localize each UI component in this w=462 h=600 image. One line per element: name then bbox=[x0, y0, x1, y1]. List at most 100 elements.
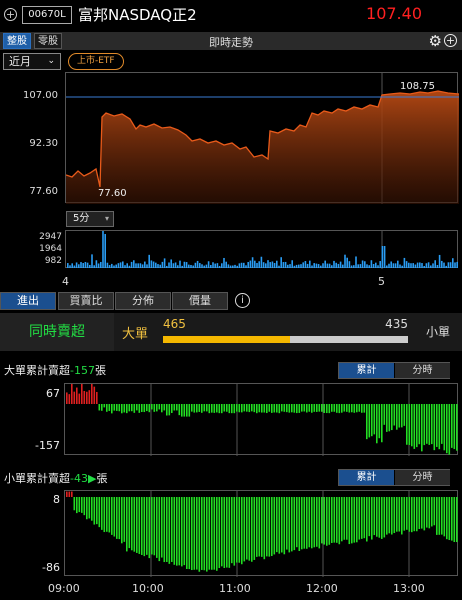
volume-axis-label: 1964 bbox=[39, 244, 62, 254]
big-cum-bar bbox=[201, 404, 203, 413]
big-cum-bar bbox=[161, 404, 163, 413]
market-tag: 上市-ETF bbox=[68, 53, 124, 70]
small-order-label: 小單 bbox=[425, 325, 450, 339]
small-cum-bar bbox=[211, 497, 213, 570]
small-cum-bar bbox=[323, 497, 326, 545]
small-cum-bar bbox=[413, 497, 416, 532]
volume-bar bbox=[80, 262, 82, 268]
volume-bar bbox=[260, 256, 263, 268]
small-cum-bar bbox=[268, 497, 271, 557]
small-cum-bar bbox=[281, 497, 283, 553]
big-cum-bar bbox=[326, 404, 328, 414]
small-cum-axis-label: 8 bbox=[53, 493, 60, 506]
add-watchlist-icon[interactable]: + bbox=[4, 8, 17, 21]
small-cum-bar bbox=[288, 497, 291, 553]
intraday-button[interactable]: 分時 bbox=[395, 470, 450, 485]
small-cum-bar bbox=[173, 497, 176, 565]
big-cum-bar bbox=[116, 404, 118, 411]
big-cum-bar bbox=[313, 404, 316, 412]
big-cum-bar bbox=[223, 404, 226, 412]
time-label: 11:00 bbox=[219, 582, 251, 595]
small-cum-bar bbox=[183, 497, 186, 566]
big-order-label: 大單 bbox=[122, 327, 149, 342]
big-cum-bar bbox=[363, 404, 366, 413]
volume-bar bbox=[95, 260, 98, 268]
small-cum-bar bbox=[241, 497, 243, 565]
volume-bar bbox=[443, 262, 445, 268]
big-cum-bar bbox=[348, 404, 351, 413]
volume-bar bbox=[113, 265, 115, 268]
volume-bar bbox=[313, 263, 315, 268]
small-cum-bar bbox=[456, 497, 458, 543]
intraday-button[interactable]: 分時 bbox=[395, 363, 450, 378]
small-cum-bar bbox=[83, 497, 86, 516]
big-cum-bar bbox=[416, 404, 418, 448]
tab-price-volume[interactable]: 價量 bbox=[172, 292, 228, 310]
small-cum-bar bbox=[251, 497, 253, 562]
small-cum-bar bbox=[381, 497, 383, 539]
big-cum-bar bbox=[78, 393, 81, 404]
small-cum-bar bbox=[88, 497, 91, 519]
volume-bar bbox=[205, 264, 208, 268]
big-cum-bar bbox=[381, 404, 383, 443]
big-cum-chart[interactable] bbox=[64, 383, 458, 456]
small-cum-bar bbox=[441, 497, 443, 535]
big-cum-bar bbox=[323, 404, 326, 413]
tab-distribution[interactable]: 分佈 bbox=[115, 292, 171, 310]
big-cum-bar bbox=[291, 404, 293, 413]
cumulative-button[interactable]: 累計 bbox=[339, 470, 394, 485]
odd-lot-button[interactable]: 零股 bbox=[34, 33, 62, 49]
price-chart[interactable]: 108.75 77.60 bbox=[65, 72, 459, 204]
big-cum-bar bbox=[403, 404, 406, 426]
tab-buy-sell-ratio[interactable]: 買賣比 bbox=[58, 292, 114, 310]
small-cum-bar bbox=[446, 497, 448, 540]
volume-bar bbox=[403, 257, 406, 268]
whole-lot-button[interactable]: 整股 bbox=[3, 33, 31, 49]
volume-bar bbox=[225, 261, 227, 268]
small-cum-bar bbox=[118, 497, 121, 540]
cumulative-button[interactable]: 累計 bbox=[339, 363, 394, 378]
gear-icon[interactable]: ⚙ bbox=[429, 32, 442, 50]
small-cum-toggle: 累計 分時 bbox=[338, 469, 450, 486]
interval-select[interactable]: 5分 ▾ bbox=[66, 211, 114, 227]
big-cum-bar bbox=[143, 404, 146, 413]
info-icon[interactable]: i bbox=[235, 293, 250, 308]
small-cum-title: 小單累計賣超-43▶張 bbox=[4, 470, 107, 486]
big-cum-bar bbox=[421, 404, 423, 452]
volume-chart[interactable] bbox=[65, 230, 458, 269]
small-cum-bar bbox=[181, 497, 183, 567]
period-select[interactable]: 近月 ⌄ bbox=[3, 53, 61, 70]
small-cum-bar bbox=[153, 497, 156, 556]
big-cum-bar bbox=[263, 404, 266, 413]
volume-bar bbox=[262, 262, 265, 268]
small-cum-bar bbox=[278, 497, 281, 554]
tab-flow[interactable]: 進出 bbox=[0, 292, 56, 310]
big-cum-bar bbox=[368, 404, 371, 438]
time-label: 09:00 bbox=[48, 582, 80, 595]
big-cum-bar bbox=[361, 404, 363, 413]
small-cum-bar bbox=[343, 497, 346, 540]
volume-bar bbox=[84, 261, 87, 268]
big-cum-bar bbox=[241, 404, 243, 413]
volume-bar bbox=[304, 261, 307, 268]
big-cum-bar bbox=[278, 404, 281, 414]
small-cum-bar bbox=[423, 497, 426, 531]
add-icon[interactable]: + bbox=[444, 34, 457, 47]
small-cum-axis-label: -86 bbox=[42, 561, 60, 574]
small-cum-bar bbox=[376, 497, 378, 537]
small-cum-bar bbox=[333, 497, 336, 543]
volume-bar bbox=[386, 265, 388, 268]
volume-bar bbox=[421, 263, 423, 268]
big-cum-bar bbox=[276, 404, 278, 413]
stock-code-input[interactable]: 00670L bbox=[22, 6, 72, 24]
big-cum-bar bbox=[406, 404, 408, 445]
big-cum-title-text: 大單累計賣超 bbox=[4, 364, 70, 377]
small-cum-bar bbox=[203, 497, 206, 571]
small-cum-bar bbox=[263, 497, 266, 560]
section-title: 即時走勢 bbox=[209, 36, 253, 49]
big-cum-bar bbox=[448, 404, 451, 455]
small-cum-chart[interactable] bbox=[64, 490, 458, 577]
small-cum-bar bbox=[111, 497, 113, 535]
volume-bar bbox=[188, 264, 190, 268]
day-label: 4 bbox=[62, 275, 69, 288]
